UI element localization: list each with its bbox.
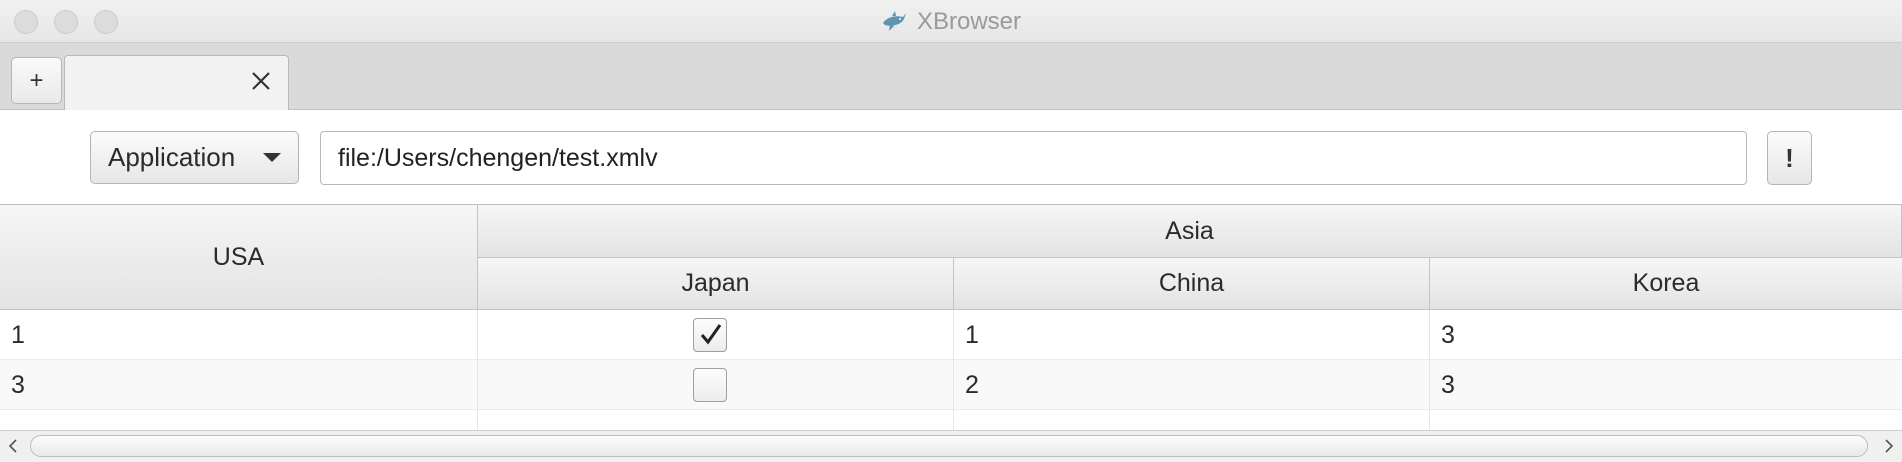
column-group-header-asia[interactable]: Asia — [478, 205, 1902, 258]
cell-empty — [0, 410, 478, 430]
chevron-down-icon — [263, 153, 281, 162]
cell-japan[interactable] — [478, 310, 954, 360]
arrow-right-icon[interactable] — [1882, 438, 1896, 454]
check-icon — [700, 324, 722, 345]
address-toolbar: Application ! — [0, 110, 1902, 204]
close-icon[interactable] — [250, 70, 272, 92]
cell-korea[interactable]: 3 — [1430, 310, 1902, 360]
column-header-china[interactable]: China — [954, 258, 1430, 310]
table-row[interactable]: 3 2 3 — [0, 360, 1902, 410]
column-header-japan[interactable]: Japan — [478, 258, 954, 310]
arrow-left-icon[interactable] — [6, 438, 20, 454]
window-title: XBrowser — [916, 7, 1022, 35]
go-button[interactable]: ! — [1767, 131, 1812, 185]
type-select-value: Application — [108, 142, 236, 172]
tab-current[interactable] — [64, 55, 289, 110]
cell-china[interactable]: 1 — [954, 310, 1430, 360]
scrollbar-thumb[interactable] — [30, 435, 1868, 457]
column-header-korea[interactable]: Korea — [1430, 258, 1902, 310]
cell-china[interactable]: 2 — [954, 360, 1430, 410]
cell-empty — [478, 410, 954, 430]
url-input[interactable] — [320, 131, 1747, 185]
cell-usa[interactable]: 3 — [0, 360, 478, 410]
cell-japan[interactable] — [478, 360, 954, 410]
title-bar: XBrowser — [0, 0, 1902, 43]
cell-empty — [1430, 410, 1902, 430]
shark-icon — [882, 10, 906, 31]
data-table: USA Asia Japan China Korea 1 1 3 3 2 3 — [0, 204, 1902, 430]
add-tab-button[interactable]: + — [11, 57, 62, 104]
horizontal-scrollbar[interactable] — [0, 430, 1902, 462]
column-header-usa[interactable]: USA — [0, 205, 478, 310]
cell-empty — [954, 410, 1430, 430]
cell-usa[interactable]: 1 — [0, 310, 478, 360]
title-wrap: XBrowser — [0, 0, 1902, 43]
type-select[interactable]: Application — [90, 131, 299, 184]
japan-checkbox[interactable] — [693, 368, 727, 402]
tab-bar: + — [0, 43, 1902, 110]
table-row-empty — [0, 410, 1902, 430]
cell-korea[interactable]: 3 — [1430, 360, 1902, 410]
table-row[interactable]: 1 1 3 — [0, 310, 1902, 360]
japan-checkbox[interactable] — [693, 318, 727, 352]
